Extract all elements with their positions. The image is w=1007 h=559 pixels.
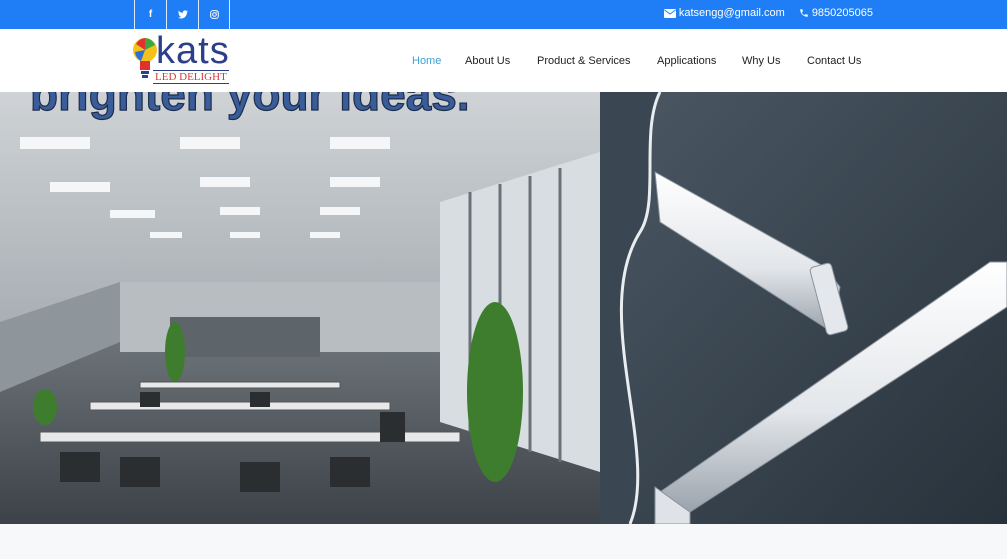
phone-text: 9850205065 <box>811 7 873 19</box>
email-text: katsengg@gmail.com <box>678 7 785 19</box>
hero-banner: brighten your ideas. <box>0 92 1007 524</box>
social-links: f <box>134 0 230 29</box>
nav-home[interactable]: Home <box>412 55 441 67</box>
site-logo[interactable]: kats LED DELIGHT <box>132 32 244 90</box>
nav-product-services[interactable]: Product & Services <box>537 55 631 67</box>
hero-image: brighten your ideas. <box>0 92 1007 524</box>
nav-contact-us[interactable]: Contact Us <box>807 55 861 67</box>
top-bar: f katsengg@gmail.com 9850205065 <box>0 0 1007 29</box>
phone-contact[interactable]: 9850205065 <box>799 7 873 19</box>
nav-applications[interactable]: Applications <box>657 55 716 67</box>
hero-headline: brighten your ideas. <box>30 92 470 120</box>
envelope-icon <box>663 8 676 18</box>
page-bottom-area <box>0 524 1007 559</box>
nav-about-us[interactable]: About Us <box>465 55 510 67</box>
email-contact[interactable]: katsengg@gmail.com <box>663 7 785 19</box>
instagram-icon[interactable] <box>198 0 230 29</box>
twitter-icon[interactable] <box>166 0 198 29</box>
contact-info: katsengg@gmail.com 9850205065 <box>663 7 873 19</box>
phone-icon <box>800 9 808 17</box>
facebook-icon[interactable]: f <box>134 0 166 29</box>
logo-tagline: LED DELIGHT <box>153 70 229 84</box>
logo-wordmark: kats <box>156 30 230 72</box>
nav-why-us[interactable]: Why Us <box>742 55 781 67</box>
main-navbar: kats LED DELIGHT Home About Us Product &… <box>0 29 1007 92</box>
